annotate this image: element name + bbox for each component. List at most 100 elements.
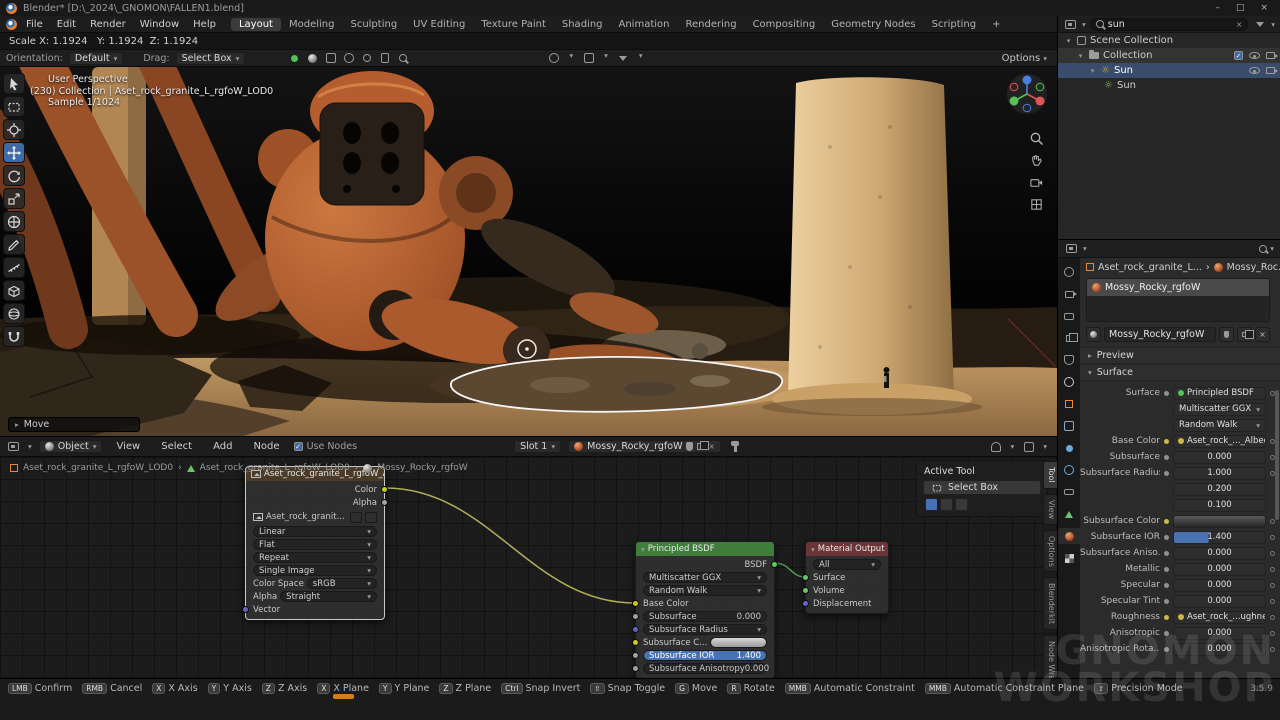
tool-scale[interactable] xyxy=(3,188,25,209)
collapse-icon[interactable]: ▾ xyxy=(641,545,645,554)
material-name-field[interactable]: Mossy_Rocky_rgfoW xyxy=(1104,327,1216,342)
workspace-tab-texture-paint[interactable]: Texture Paint xyxy=(473,18,554,31)
menu-window[interactable]: Window xyxy=(133,18,186,31)
tab-object[interactable] xyxy=(1058,396,1080,412)
editor-type-icon[interactable] xyxy=(1063,17,1078,32)
clear-search-icon[interactable]: × xyxy=(1236,20,1242,29)
shading-solid-icon[interactable] xyxy=(305,51,320,66)
tab-scene[interactable] xyxy=(1058,352,1080,368)
socket-subsurface-color-input[interactable] xyxy=(632,639,639,646)
tab-physics[interactable] xyxy=(1058,462,1080,478)
sidebar-tab-blenderkit[interactable]: Blenderkit xyxy=(1043,577,1057,630)
pin-icon[interactable] xyxy=(728,439,743,454)
collapse-icon[interactable]: ▾ xyxy=(811,545,815,554)
interpolation-dropdown[interactable]: Linear▾ xyxy=(253,526,377,537)
decorator-dot[interactable] xyxy=(1270,647,1275,652)
operator-redo-panel[interactable]: ▸ Move xyxy=(8,417,140,432)
surface-section-header[interactable]: ▾ Surface xyxy=(1080,364,1280,381)
sidebar-tab-options[interactable]: Options xyxy=(1043,530,1057,573)
tab-modifiers[interactable] xyxy=(1058,418,1080,434)
tool-select-box[interactable] xyxy=(3,96,25,117)
color-space-dropdown[interactable]: sRGB▾ xyxy=(307,578,377,589)
decorator-dot[interactable] xyxy=(1270,583,1275,588)
expand-icon[interactable]: ▾ xyxy=(1064,37,1073,45)
subsurface-slider[interactable]: Subsurface0.000 xyxy=(643,611,767,622)
tab-material-properties[interactable] xyxy=(1058,528,1080,544)
close-button[interactable]: × xyxy=(1260,3,1268,13)
metallic-field[interactable]: 0.000 xyxy=(1173,563,1266,576)
subsurface-radius-field[interactable]: Subsurface Radius▾ xyxy=(643,624,767,635)
surface-shader-field[interactable]: Principled BSDF xyxy=(1173,387,1266,400)
tab-output[interactable] xyxy=(1058,308,1080,324)
show-overlays-dropdown[interactable] xyxy=(581,51,596,66)
workspace-tab-compositing[interactable]: Compositing xyxy=(745,18,824,31)
disable-render-icon[interactable] xyxy=(1266,52,1275,59)
menu-add[interactable]: Add xyxy=(206,440,239,453)
radius-z-field[interactable]: 0.100 xyxy=(1173,499,1266,512)
add-workspace-button[interactable]: + xyxy=(984,18,1008,31)
shader-editor[interactable]: Aset_rock_granite_L_rgfoW_LOD0 › Aset_ro… xyxy=(0,457,1057,678)
tool-add-sphere[interactable] xyxy=(3,303,25,324)
editor-type-icon[interactable] xyxy=(1064,241,1079,256)
subsurface-value-field[interactable]: 0.000 xyxy=(1173,451,1266,464)
tool-measure[interactable] xyxy=(3,257,25,278)
socket-alpha-output[interactable] xyxy=(381,499,388,506)
filter-icon[interactable] xyxy=(1252,17,1267,32)
copy-icon[interactable] xyxy=(697,443,704,450)
tool-snap-magnet[interactable] xyxy=(3,326,25,347)
xray-toggle-icon[interactable] xyxy=(323,51,338,66)
material-slot-row[interactable]: Mossy_Rocky_rgfoW xyxy=(1087,279,1269,296)
workspace-tab-scripting[interactable]: Scripting xyxy=(924,18,984,31)
menu-node[interactable]: Node xyxy=(246,440,286,453)
editor-type-icon[interactable] xyxy=(6,439,21,454)
pan-hand-icon[interactable] xyxy=(1027,151,1045,169)
radius-x-field[interactable]: 1.000 xyxy=(1173,467,1266,480)
use-nodes-checkbox[interactable]: ✓ xyxy=(294,442,303,451)
scrollbar[interactable] xyxy=(1275,390,1279,520)
filter-dropdown[interactable] xyxy=(616,51,631,66)
radius-y-field[interactable]: 0.200 xyxy=(1173,483,1266,496)
subsurface-method-dropdown[interactable]: Random Walk▾ xyxy=(1173,419,1266,432)
workspace-tab-uv-editing[interactable]: UV Editing xyxy=(405,18,473,31)
socket-color-output[interactable] xyxy=(381,486,388,493)
proportional-edit-icon[interactable] xyxy=(359,51,374,66)
anisotropic-rotation-field[interactable]: 0.000 xyxy=(1173,643,1266,656)
outliner-row-sun-object[interactable]: ▾ ☼ Sun xyxy=(1058,63,1280,78)
subsurface-method-dropdown[interactable]: Random Walk▾ xyxy=(643,585,767,596)
overlays-toggle-icon[interactable] xyxy=(1021,439,1036,454)
node-material-output[interactable]: ▾ Material Output All▾ Surface Volume Di… xyxy=(805,541,889,614)
hide-eye-icon[interactable] xyxy=(1249,52,1260,59)
sidebar-tab-view[interactable]: View xyxy=(1043,494,1057,525)
image-unlink-button[interactable] xyxy=(365,512,377,523)
menu-edit[interactable]: Edit xyxy=(50,18,83,31)
subsurface-anisotropy-slider[interactable]: Subsurface Anisotropy0.000 xyxy=(643,663,767,674)
workspace-tab-layout[interactable]: Layout xyxy=(231,18,281,31)
tool-add-cube[interactable] xyxy=(3,280,25,301)
tool-rotate[interactable] xyxy=(3,165,25,186)
subsurface-color-swatch[interactable] xyxy=(710,637,767,648)
menu-help[interactable]: Help xyxy=(186,18,223,31)
blender-menu-icon[interactable] xyxy=(4,17,19,32)
select-mode-new-icon[interactable] xyxy=(925,498,938,511)
select-mode-subtract-icon[interactable] xyxy=(955,498,968,511)
browse-material-button[interactable] xyxy=(1086,327,1101,342)
subsurface-anisotropy-field[interactable]: 0.000 xyxy=(1173,547,1266,560)
options-menu[interactable]: Options xyxy=(1002,53,1041,64)
active-tool-item[interactable]: Select Box xyxy=(923,480,1041,495)
tool-transform[interactable] xyxy=(3,211,25,232)
minimize-button[interactable]: – xyxy=(1215,3,1220,13)
viewport-3d[interactable]: User Perspective (230) Collection | Aset… xyxy=(0,67,1057,437)
new-material-button[interactable] xyxy=(1237,327,1252,342)
shading-material-icon[interactable] xyxy=(287,51,302,66)
projection-dropdown[interactable]: Flat▾ xyxy=(253,539,377,550)
distribution-dropdown[interactable]: Multiscatter GGX▾ xyxy=(643,572,767,583)
zoom-icon[interactable] xyxy=(1027,129,1045,147)
tool-cursor[interactable] xyxy=(3,119,25,140)
workspace-tab-shading[interactable]: Shading xyxy=(554,18,611,31)
specular-tint-field[interactable]: 0.000 xyxy=(1173,595,1266,608)
decorator-dot[interactable] xyxy=(1270,615,1275,620)
hide-eye-icon[interactable] xyxy=(1249,67,1260,74)
image-open-button[interactable] xyxy=(350,512,362,523)
menu-select[interactable]: Select xyxy=(154,440,199,453)
socket-subsurface-input[interactable] xyxy=(632,613,639,620)
